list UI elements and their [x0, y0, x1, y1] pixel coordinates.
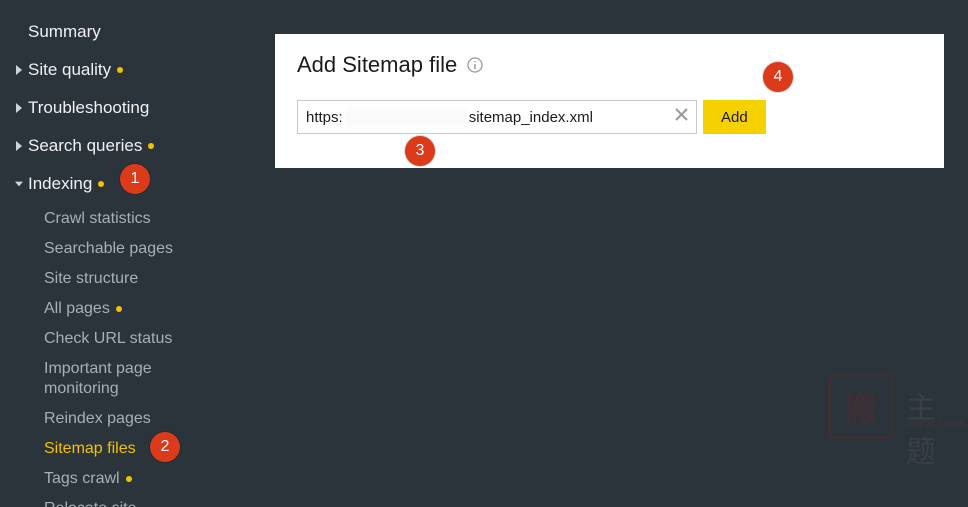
nav-summary[interactable]: Summary [8, 14, 260, 52]
sub-all-pages[interactable]: All pages [38, 294, 260, 324]
sidebar: Summary Site quality Troubleshooting Sea… [0, 0, 260, 507]
indexing-sublist: Crawl statistics Searchable pages Site s… [8, 204, 260, 507]
nav-indexing[interactable]: Indexing 1 [8, 166, 260, 204]
nav-site-quality[interactable]: Site quality [8, 52, 260, 90]
sub-check-url-status[interactable]: Check URL status [38, 324, 260, 354]
add-button[interactable]: Add [703, 100, 766, 134]
annotation-1: 1 [120, 164, 150, 194]
input-prefix: https: [298, 109, 343, 126]
status-dot-icon [98, 181, 104, 187]
nav-summary-label: Summary [28, 21, 101, 43]
caret-right-icon [14, 65, 24, 75]
caret-right-icon [14, 141, 24, 151]
nav-troubleshooting[interactable]: Troubleshooting [8, 90, 260, 128]
watermark: 搬 主 题 WWW.ZHUBAN.COM [828, 373, 894, 439]
input-suffix: sitemap_index.xml [469, 109, 593, 126]
nav-search-queries[interactable]: Search queries [8, 128, 260, 166]
sub-relocate-site[interactable]: Relocate site [38, 494, 260, 507]
sub-site-structure[interactable]: Site structure [38, 264, 260, 294]
annotation-4: 4 [763, 62, 793, 92]
watermark-seal: 搬 [828, 373, 894, 439]
sitemap-url-input[interactable]: https: sitemap_index.xml [297, 100, 697, 134]
info-icon[interactable] [467, 57, 483, 73]
annotation-2: 2 [150, 432, 180, 462]
sub-crawl-statistics[interactable]: Crawl statistics [38, 204, 260, 234]
content-area: Add Sitemap file https: sitemap_index.xm… [260, 0, 968, 507]
nav-indexing-label: Indexing [28, 173, 92, 195]
watermark-text: 主 题 [906, 383, 952, 471]
watermark-subtext: WWW.ZHUBAN.COM [906, 419, 968, 429]
status-dot-icon [116, 306, 122, 312]
status-dot-icon [117, 67, 123, 73]
caret-right-icon [14, 103, 24, 113]
sub-tags-crawl[interactable]: Tags crawl [38, 464, 260, 494]
input-redacted-host [345, 108, 467, 126]
caret-down-icon [14, 179, 24, 189]
nav-search-queries-label: Search queries [28, 135, 142, 157]
sub-reindex-pages[interactable]: Reindex pages [38, 404, 260, 434]
add-sitemap-panel: Add Sitemap file https: sitemap_index.xm… [275, 34, 944, 168]
annotation-3: 3 [405, 136, 435, 166]
status-dot-icon [126, 476, 132, 482]
nav-site-quality-label: Site quality [28, 59, 111, 81]
sub-sitemap-files[interactable]: Sitemap files 2 [38, 434, 260, 464]
sub-searchable-pages[interactable]: Searchable pages [38, 234, 260, 264]
panel-title: Add Sitemap file [297, 52, 457, 78]
nav-troubleshooting-label: Troubleshooting [28, 97, 149, 119]
sub-important-page-monitoring[interactable]: Important page monitoring [38, 354, 198, 404]
clear-input-icon[interactable] [675, 108, 688, 126]
status-dot-icon [148, 143, 154, 149]
